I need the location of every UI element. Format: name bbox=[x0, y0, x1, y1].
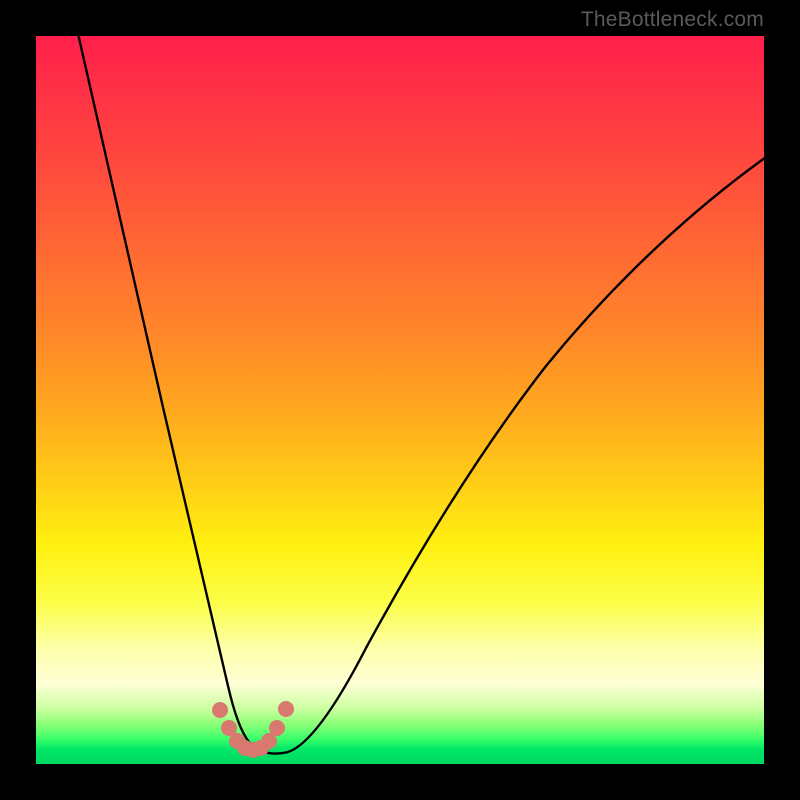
highlight-dots bbox=[212, 701, 294, 758]
chart-frame: TheBottleneck.com bbox=[0, 0, 800, 800]
plot-area bbox=[36, 36, 764, 764]
bottleneck-curve bbox=[74, 36, 764, 754]
curve-svg bbox=[36, 36, 764, 764]
watermark-text: TheBottleneck.com bbox=[581, 8, 764, 32]
